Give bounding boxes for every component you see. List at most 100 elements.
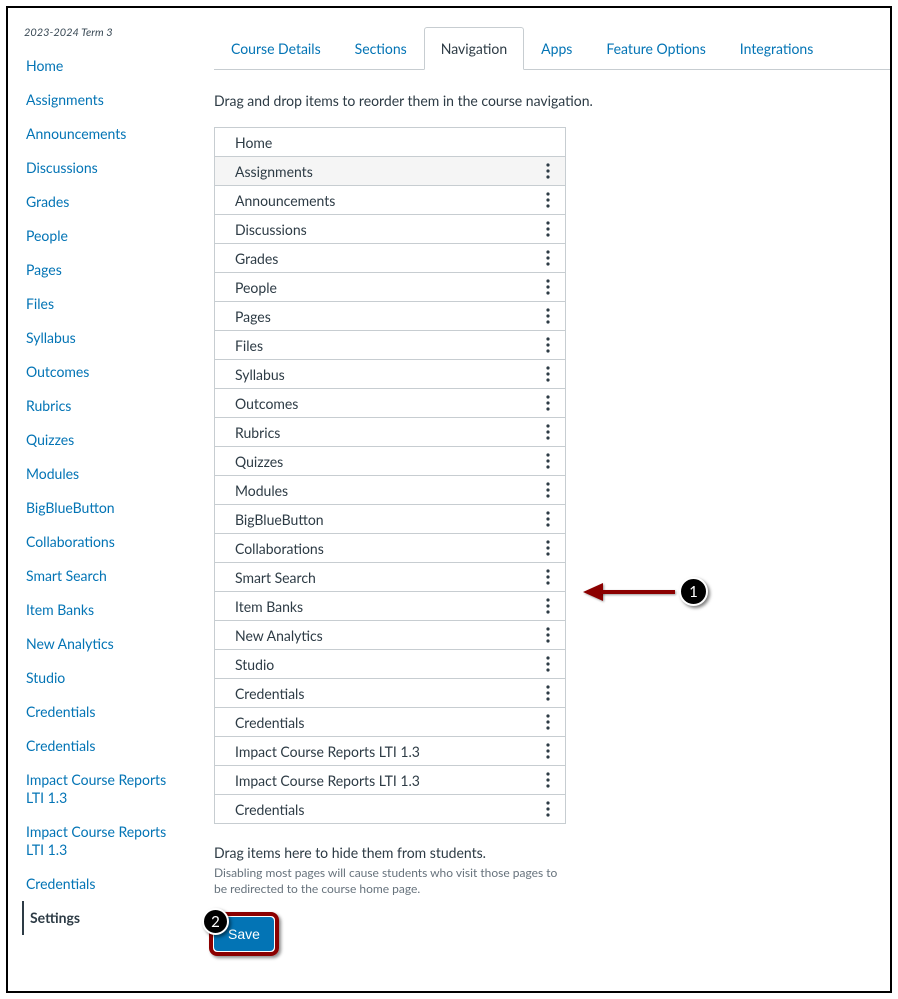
nav-item-row[interactable]: Files <box>215 331 565 360</box>
sidebar-item[interactable]: Studio <box>22 661 184 695</box>
kebab-icon[interactable] <box>541 539 555 557</box>
nav-item-row[interactable]: Studio <box>215 650 565 679</box>
kebab-icon[interactable] <box>541 597 555 615</box>
kebab-icon[interactable] <box>541 336 555 354</box>
kebab-icon[interactable] <box>541 278 555 296</box>
sidebar-link[interactable]: Files <box>26 295 54 312</box>
sidebar-item[interactable]: Announcements <box>22 117 184 151</box>
sidebar-link[interactable]: Item Banks <box>26 601 94 618</box>
kebab-icon[interactable] <box>541 771 555 789</box>
nav-item-row[interactable]: Discussions <box>215 215 565 244</box>
sidebar-link[interactable]: People <box>26 227 68 244</box>
nav-item-row[interactable]: Credentials <box>215 679 565 708</box>
kebab-icon[interactable] <box>541 365 555 383</box>
sidebar-item[interactable]: Assignments <box>22 83 184 117</box>
sidebar-link[interactable]: Studio <box>26 669 65 686</box>
sidebar-item[interactable]: Credentials <box>22 695 184 729</box>
nav-item-row[interactable]: Impact Course Reports LTI 1.3 <box>215 737 565 766</box>
nav-item-row[interactable]: People <box>215 273 565 302</box>
kebab-icon[interactable] <box>541 191 555 209</box>
nav-item-row[interactable]: Syllabus <box>215 360 565 389</box>
nav-item-row[interactable]: Grades <box>215 244 565 273</box>
sidebar-item[interactable]: Syllabus <box>22 321 184 355</box>
sidebar-link[interactable]: Credentials <box>26 737 95 754</box>
sidebar-link[interactable]: Grades <box>26 193 69 210</box>
sidebar-item-settings[interactable]: Settings <box>22 901 184 935</box>
sidebar-item[interactable]: Modules <box>22 457 184 491</box>
nav-item-row[interactable]: Announcements <box>215 186 565 215</box>
tab-integrations[interactable]: Integrations <box>723 27 830 70</box>
kebab-icon[interactable] <box>541 307 555 325</box>
nav-item-row[interactable]: New Analytics <box>215 621 565 650</box>
sidebar-link[interactable]: Impact Course Reports LTI 1.3 <box>26 771 166 806</box>
kebab-icon[interactable] <box>541 655 555 673</box>
kebab-icon[interactable] <box>541 394 555 412</box>
kebab-icon[interactable] <box>541 713 555 731</box>
kebab-icon[interactable] <box>541 162 555 180</box>
sidebar-link[interactable]: Pages <box>26 261 62 278</box>
sidebar-link[interactable]: Announcements <box>26 125 126 142</box>
tab-navigation[interactable]: Navigation <box>424 27 524 70</box>
sidebar-item[interactable]: People <box>22 219 184 253</box>
sidebar-item[interactable]: Impact Course Reports LTI 1.3 <box>22 815 184 867</box>
kebab-icon[interactable] <box>541 510 555 528</box>
kebab-icon[interactable] <box>541 452 555 470</box>
sidebar-item[interactable]: Home <box>22 49 184 83</box>
sidebar-item[interactable]: Credentials <box>22 867 184 901</box>
nav-item-row[interactable]: Smart Search <box>215 563 565 592</box>
nav-item-row[interactable]: BigBlueButton <box>215 505 565 534</box>
sidebar-item[interactable]: Grades <box>22 185 184 219</box>
sidebar-item[interactable]: Discussions <box>22 151 184 185</box>
sidebar-link[interactable]: New Analytics <box>26 635 114 652</box>
sidebar-link[interactable]: Modules <box>26 465 79 482</box>
sidebar-link[interactable]: Discussions <box>26 159 98 176</box>
sidebar-item[interactable]: Smart Search <box>22 559 184 593</box>
tab-sections[interactable]: Sections <box>338 27 424 70</box>
sidebar-link[interactable]: Assignments <box>26 91 104 108</box>
nav-item-row[interactable]: Outcomes <box>215 389 565 418</box>
kebab-icon[interactable] <box>541 626 555 644</box>
sidebar-link[interactable]: Outcomes <box>26 363 89 380</box>
sidebar-item[interactable]: Credentials <box>22 729 184 763</box>
nav-item-row[interactable]: Assignments <box>215 157 565 186</box>
sidebar-link[interactable]: Rubrics <box>26 397 71 414</box>
nav-item-row[interactable]: Item Banks <box>215 592 565 621</box>
sidebar-link[interactable]: Smart Search <box>26 567 107 584</box>
sidebar-item[interactable]: New Analytics <box>22 627 184 661</box>
kebab-icon[interactable] <box>541 684 555 702</box>
sidebar-link[interactable]: Collaborations <box>26 533 115 550</box>
tab-apps[interactable]: Apps <box>524 27 589 70</box>
sidebar-link[interactable]: Quizzes <box>26 431 74 448</box>
kebab-icon[interactable] <box>541 568 555 586</box>
nav-item-row[interactable]: Modules <box>215 476 565 505</box>
nav-item-row[interactable]: Credentials <box>215 795 565 824</box>
sidebar-link[interactable]: BigBlueButton <box>26 499 115 516</box>
sidebar-item[interactable]: Files <box>22 287 184 321</box>
sidebar-item[interactable]: BigBlueButton <box>22 491 184 525</box>
nav-item-row[interactable]: Pages <box>215 302 565 331</box>
tab-course-details[interactable]: Course Details <box>214 27 338 70</box>
nav-item-row[interactable]: Quizzes <box>215 447 565 476</box>
sidebar-item[interactable]: Collaborations <box>22 525 184 559</box>
sidebar-item[interactable]: Rubrics <box>22 389 184 423</box>
sidebar-link[interactable]: Syllabus <box>26 329 76 346</box>
sidebar-item[interactable]: Outcomes <box>22 355 184 389</box>
nav-item-row[interactable]: Credentials <box>215 708 565 737</box>
sidebar-item[interactable]: Quizzes <box>22 423 184 457</box>
sidebar-link[interactable]: Credentials <box>26 703 95 720</box>
sidebar-item[interactable]: Impact Course Reports LTI 1.3 <box>22 763 184 815</box>
sidebar-link[interactable]: Home <box>26 57 63 74</box>
kebab-icon[interactable] <box>541 800 555 818</box>
sidebar-link[interactable]: Credentials <box>26 875 95 892</box>
sidebar-item[interactable]: Item Banks <box>22 593 184 627</box>
kebab-icon[interactable] <box>541 742 555 760</box>
kebab-icon[interactable] <box>541 220 555 238</box>
nav-item-row[interactable]: Collaborations <box>215 534 565 563</box>
kebab-icon[interactable] <box>541 481 555 499</box>
nav-item-row[interactable]: Rubrics <box>215 418 565 447</box>
tab-feature-options[interactable]: Feature Options <box>589 27 722 70</box>
nav-item-row[interactable]: Impact Course Reports LTI 1.3 <box>215 766 565 795</box>
sidebar-item[interactable]: Pages <box>22 253 184 287</box>
kebab-icon[interactable] <box>541 249 555 267</box>
sidebar-link[interactable]: Impact Course Reports LTI 1.3 <box>26 823 166 858</box>
